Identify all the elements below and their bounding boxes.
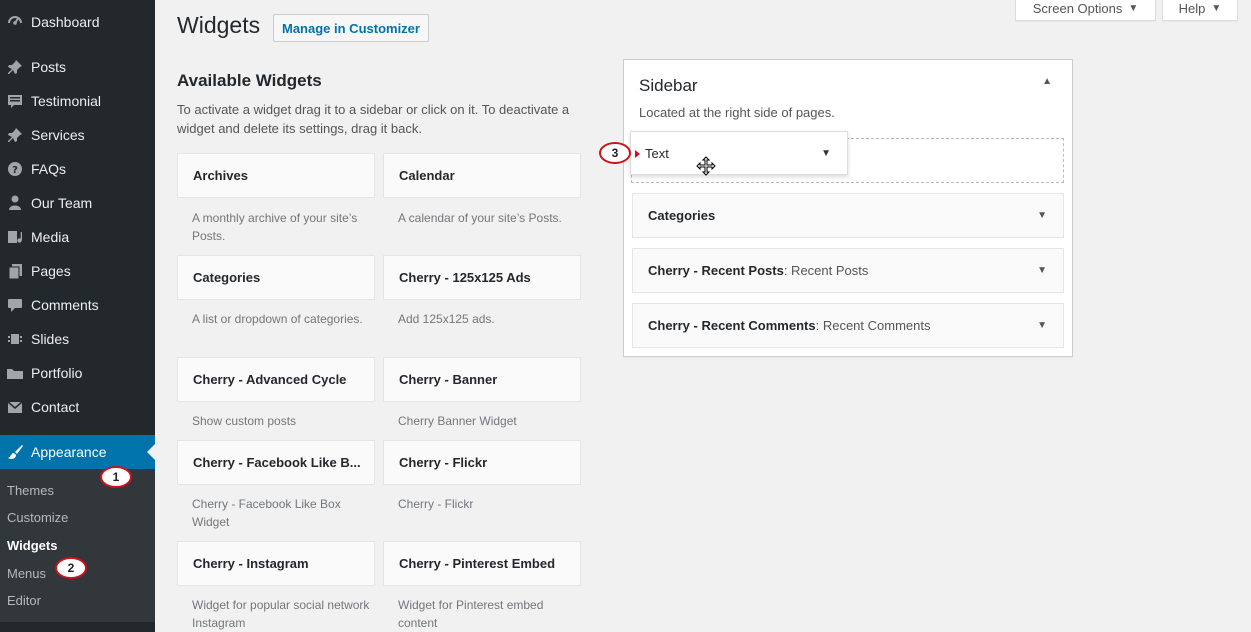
user-icon	[0, 194, 30, 212]
menu-item-dashboard[interactable]: Dashboard	[0, 5, 155, 39]
sidebar-widget-recent-posts[interactable]: Cherry - Recent Posts : Recent Posts ▼	[632, 248, 1064, 293]
sidebar-widget-subtitle: : Recent Comments	[815, 318, 931, 333]
appearance-submenu: Themes Customize Widgets Menus Editor	[0, 469, 155, 622]
step-callout-1: 1	[100, 466, 132, 488]
caret-down-icon: ▼	[1128, 2, 1139, 14]
menu-item-posts[interactable]: Posts	[0, 50, 155, 84]
manage-in-customizer-button[interactable]: Manage in Customizer	[273, 14, 429, 42]
widget-description: A calendar of your site’s Posts.	[398, 211, 562, 225]
caret-down-icon: ▼	[1211, 2, 1222, 14]
media-icon	[0, 228, 30, 246]
widget-archives[interactable]: Archives	[177, 153, 375, 198]
menu-item-our-team[interactable]: Our Team	[0, 186, 155, 220]
mail-icon	[0, 398, 30, 416]
screen-options-button[interactable]: Screen Options ▼	[1015, 0, 1156, 21]
question-icon: ?	[0, 160, 30, 178]
widget-description: Cherry - Flickr	[398, 497, 474, 511]
menu-item-services[interactable]: Services	[0, 118, 155, 152]
dashboard-icon	[0, 13, 30, 31]
menu-item-testimonial[interactable]: Testimonial	[0, 84, 155, 118]
pages-icon	[0, 262, 30, 280]
submenu-item-customize[interactable]: Customize	[7, 510, 68, 525]
submenu-item-editor[interactable]: Editor	[7, 593, 41, 608]
menu-item-appearance[interactable]: Appearance	[0, 435, 155, 469]
dragging-widget-text[interactable]: Text ▼	[630, 131, 848, 175]
menu-label-services: Services	[31, 127, 85, 143]
brush-icon	[0, 443, 30, 461]
collapse-arrow-icon[interactable]: ▲	[1042, 76, 1052, 87]
menu-item-portfolio[interactable]: Portfolio	[0, 356, 155, 390]
submenu-item-widgets[interactable]: Widgets	[7, 538, 57, 553]
sidebar-widget-title: Cherry - Recent Posts	[648, 263, 784, 278]
widget-cherry-flickr[interactable]: Cherry - Flickr	[383, 440, 581, 485]
menu-label-pages: Pages	[31, 263, 71, 279]
menu-item-pages[interactable]: Pages	[0, 254, 155, 288]
move-cursor-icon	[696, 156, 716, 181]
widget-cherry-facebook-like-box[interactable]: Cherry - Facebook Like B...	[177, 440, 375, 485]
available-widgets-description: To activate a widget drag it to a sideba…	[177, 102, 570, 136]
widget-description: Cherry - Facebook Like Box Widget	[192, 497, 341, 529]
screen-options-label: Screen Options	[1032, 0, 1123, 16]
widget-cherry-instagram[interactable]: Cherry - Instagram	[177, 541, 375, 586]
menu-label-contact: Contact	[31, 399, 80, 415]
help-button[interactable]: Help ▼	[1162, 0, 1238, 21]
comment-icon	[0, 296, 30, 314]
sidebar-area-title[interactable]: Sidebar	[639, 76, 698, 96]
widget-description: Add 125x125 ads.	[398, 312, 495, 326]
slides-icon	[0, 330, 30, 348]
step-callout-3: 3	[599, 142, 631, 164]
menu-label-our-team: Our Team	[31, 195, 93, 211]
sidebar-widget-categories[interactable]: Categories ▼	[632, 193, 1064, 238]
menu-item-contact[interactable]: Contact	[0, 390, 155, 424]
widget-categories[interactable]: Categories	[177, 255, 375, 300]
pin-icon	[0, 58, 30, 76]
expand-arrow-icon[interactable]: ▼	[1037, 265, 1047, 276]
admin-menu: Dashboard Posts Testimonial Services ? F…	[0, 0, 155, 632]
available-widgets-title: Available Widgets	[177, 71, 322, 90]
sidebar-widget-recent-comments[interactable]: Cherry - Recent Comments : Recent Commen…	[632, 303, 1064, 348]
widget-description: A monthly archive of your site’s Posts.	[192, 211, 358, 243]
menu-label-slides: Slides	[31, 331, 70, 347]
widget-description: Widget for Pinterest embed content	[398, 598, 544, 630]
sidebar-widget-title: Cherry - Recent Comments	[648, 318, 816, 333]
drag-marker-icon	[635, 150, 640, 158]
expand-arrow-icon[interactable]: ▼	[821, 148, 831, 159]
widget-description: Widget for popular social network Instag…	[192, 598, 370, 630]
testimonial-icon	[0, 92, 30, 110]
dragging-widget-title: Text	[645, 145, 669, 161]
menu-label-appearance: Appearance	[31, 444, 107, 460]
expand-arrow-icon[interactable]: ▼	[1037, 320, 1047, 331]
menu-label-portfolio: Portfolio	[31, 365, 83, 381]
widget-cherry-125x125-ads[interactable]: Cherry - 125x125 Ads	[383, 255, 581, 300]
pin-icon	[0, 126, 30, 144]
expand-arrow-icon[interactable]: ▼	[1037, 210, 1047, 221]
menu-item-faqs[interactable]: ? FAQs	[0, 152, 155, 186]
menu-item-comments[interactable]: Comments	[0, 288, 155, 322]
widget-description: Show custom posts	[192, 414, 297, 428]
menu-item-slides[interactable]: Slides	[0, 322, 155, 356]
sidebar-area-description: Located at the right side of pages.	[639, 105, 835, 120]
help-label: Help	[1178, 0, 1206, 16]
sidebar-widget-title: Categories	[648, 208, 716, 223]
step-callout-2: 2	[55, 557, 87, 579]
menu-label-dashboard: Dashboard	[31, 14, 100, 30]
widget-calendar[interactable]: Calendar	[383, 153, 581, 198]
widget-description: A list or dropdown of categories.	[192, 312, 363, 326]
widget-cherry-banner[interactable]: Cherry - Banner	[383, 357, 581, 402]
widget-cherry-advanced-cycle[interactable]: Cherry - Advanced Cycle	[177, 357, 375, 402]
sidebar-widget-subtitle: : Recent Posts	[783, 263, 869, 278]
menu-label-testimonial: Testimonial	[31, 93, 102, 109]
widget-cherry-pinterest-embed[interactable]: Cherry - Pinterest Embed	[383, 541, 581, 586]
menu-item-media[interactable]: Media	[0, 220, 155, 254]
menu-label-comments: Comments	[31, 297, 99, 313]
submenu-item-menus[interactable]: Menus	[7, 566, 46, 581]
widget-description: Cherry Banner Widget	[398, 414, 517, 428]
submenu-item-themes[interactable]: Themes	[7, 483, 54, 498]
menu-label-posts: Posts	[31, 59, 67, 75]
page-title: Widgets	[177, 12, 261, 38]
menu-label-faqs: FAQs	[31, 161, 67, 177]
svg-text:?: ?	[12, 165, 18, 176]
folder-icon	[0, 364, 30, 382]
menu-label-media: Media	[31, 229, 70, 245]
